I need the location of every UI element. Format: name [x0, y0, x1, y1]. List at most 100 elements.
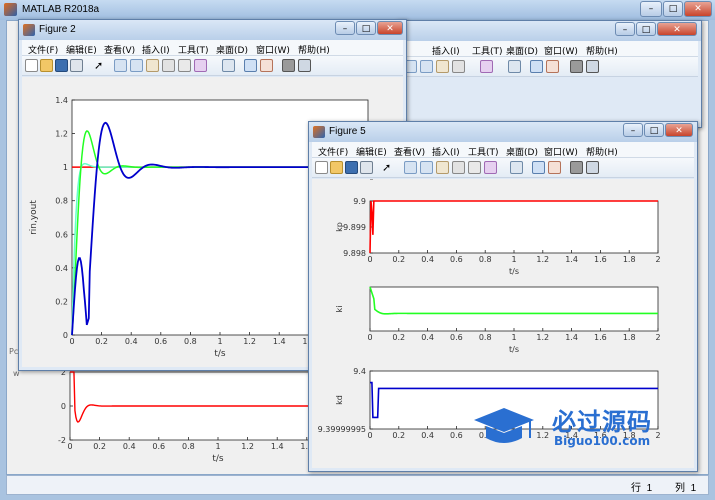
x-tick-label: 1.4	[271, 442, 284, 451]
bg-minimize-button[interactable]: –	[615, 22, 635, 36]
hide-tools-icon[interactable]	[282, 59, 295, 72]
zoom-in-icon[interactable]	[404, 161, 417, 174]
y-tick-label: 1.2	[55, 130, 68, 139]
bg-menu-insert[interactable]: 插入(I)	[432, 44, 460, 57]
background-figure-titlebar[interactable]: – □ ✕	[397, 21, 701, 41]
x-tick-label: 2	[655, 333, 660, 342]
menu-insert[interactable]: 插入(I)	[142, 43, 170, 56]
brush-icon[interactable]	[194, 59, 207, 72]
rotate-icon[interactable]	[452, 60, 465, 73]
fig5-minimize-button[interactable]: –	[623, 123, 643, 137]
fig5-close-button[interactable]: ✕	[665, 123, 693, 137]
menu-view[interactable]: 查看(V)	[104, 43, 135, 56]
x-tick-label: 1.4	[565, 255, 578, 264]
x-tick-label: 0.2	[95, 337, 108, 346]
print-icon[interactable]	[508, 60, 521, 73]
x-tick-label: 1.6	[594, 333, 607, 342]
fig2-maximize-button[interactable]: □	[356, 21, 376, 35]
bg-menu-help[interactable]: 帮助(H)	[586, 44, 618, 57]
hide-tools-icon[interactable]	[570, 161, 583, 174]
menu-tools[interactable]: 工具(T)	[468, 145, 499, 158]
maximize-button[interactable]: □	[663, 1, 683, 17]
save-icon[interactable]	[345, 161, 358, 174]
open-file-icon[interactable]	[40, 59, 53, 72]
y-tick-label: 0	[61, 402, 66, 411]
fig2-close-button[interactable]: ✕	[377, 21, 403, 35]
menu-help[interactable]: 帮助(H)	[586, 145, 618, 158]
menu-insert[interactable]: 插入(I)	[432, 145, 460, 158]
print-icon[interactable]	[70, 59, 83, 72]
menu-window[interactable]: 窗口(W)	[256, 43, 290, 56]
menu-edit[interactable]: 编辑(E)	[66, 43, 97, 56]
bg-menu-window[interactable]: 窗口(W)	[544, 44, 578, 57]
minimize-button[interactable]: –	[640, 1, 662, 17]
menu-edit[interactable]: 编辑(E)	[356, 145, 387, 158]
menu-desktop[interactable]: 桌面(D)	[506, 145, 538, 158]
edit-plot-icon[interactable]: ➚	[382, 161, 395, 174]
figure-2-title: Figure 2	[39, 24, 76, 35]
close-button[interactable]: ✕	[684, 1, 712, 17]
menu-file[interactable]: 文件(F)	[318, 145, 348, 158]
x-tick-label: 0	[69, 337, 74, 346]
menu-desktop[interactable]: 桌面(D)	[216, 43, 248, 56]
menu-tools[interactable]: 工具(T)	[178, 43, 209, 56]
legend-icon[interactable]	[548, 161, 561, 174]
data-cursor-icon[interactable]	[178, 59, 191, 72]
figure-2-titlebar[interactable]: Figure 2 – □ ✕	[19, 20, 406, 40]
menu-file[interactable]: 文件(F)	[28, 43, 58, 56]
colorbar-icon[interactable]	[530, 60, 543, 73]
new-figure-icon[interactable]	[315, 161, 328, 174]
menu-view[interactable]: 查看(V)	[394, 145, 425, 158]
x-tick-label: 1.8	[623, 255, 636, 264]
dock-icon[interactable]	[586, 161, 599, 174]
colorbar-icon[interactable]	[532, 161, 545, 174]
open-file-icon[interactable]	[330, 161, 343, 174]
zoom-out-icon[interactable]	[420, 161, 433, 174]
rotate-icon[interactable]	[452, 161, 465, 174]
hide-tools-icon[interactable]	[570, 60, 583, 73]
pan-icon[interactable]	[146, 59, 159, 72]
zoom-out-icon[interactable]	[130, 59, 143, 72]
background-figure-window[interactable]: – □ ✕ 插入(I) 工具(T) 桌面(D) 窗口(W) 帮助(H)	[396, 20, 702, 128]
dock-icon[interactable]	[298, 59, 311, 72]
matlab-titlebar[interactable]: MATLAB R2018a – □ ✕	[0, 0, 715, 20]
brush-icon[interactable]	[484, 161, 497, 174]
x-axis-label: t/s	[212, 454, 224, 464]
link-icon[interactable]	[510, 161, 523, 174]
matlab-window-title: MATLAB R2018a	[22, 4, 100, 15]
new-figure-icon[interactable]	[25, 59, 38, 72]
pan-icon[interactable]	[436, 60, 449, 73]
background-lower-plot: 00.20.40.60.811.21.41.61.82-202t/s	[20, 368, 369, 470]
x-tick-label: 0.2	[392, 431, 405, 440]
fig5-maximize-button[interactable]: □	[644, 123, 664, 137]
x-tick-label: 0.8	[479, 333, 492, 342]
x-tick-label: 0	[367, 255, 372, 264]
x-tick-label: 0.6	[450, 333, 463, 342]
rotate-icon[interactable]	[162, 59, 175, 72]
fig2-minimize-button[interactable]: –	[335, 21, 355, 35]
bg-menu-desktop[interactable]: 桌面(D)	[506, 44, 538, 57]
edit-plot-icon[interactable]: ➚	[94, 59, 107, 72]
pan-icon[interactable]	[436, 161, 449, 174]
bg-close-button[interactable]: ✕	[657, 22, 697, 36]
zoom-in-icon[interactable]	[114, 59, 127, 72]
zoom-out-icon[interactable]	[420, 60, 433, 73]
legend-icon[interactable]	[546, 60, 559, 73]
legend-icon[interactable]	[260, 59, 273, 72]
figure-5-titlebar[interactable]: Figure 5 – □ ✕	[309, 122, 697, 142]
dock-icon[interactable]	[586, 60, 599, 73]
y-tick-label: 2	[61, 370, 66, 377]
print-icon[interactable]	[360, 161, 373, 174]
save-icon[interactable]	[55, 59, 68, 72]
menu-help[interactable]: 帮助(H)	[298, 43, 330, 56]
colorbar-icon[interactable]	[244, 59, 257, 72]
menu-window[interactable]: 窗口(W)	[544, 145, 578, 158]
x-tick-label: 0.2	[93, 442, 106, 451]
bg-menu-tools[interactable]: 工具(T)	[472, 44, 503, 57]
link-icon[interactable]	[222, 59, 235, 72]
x-tick-label: 0.4	[421, 333, 434, 342]
background-lower-axes: 00.20.40.60.811.21.41.61.82-202t/s	[58, 368, 369, 464]
data-cursor-icon[interactable]	[468, 161, 481, 174]
bg-maximize-button[interactable]: □	[636, 22, 656, 36]
brush-icon[interactable]	[480, 60, 493, 73]
